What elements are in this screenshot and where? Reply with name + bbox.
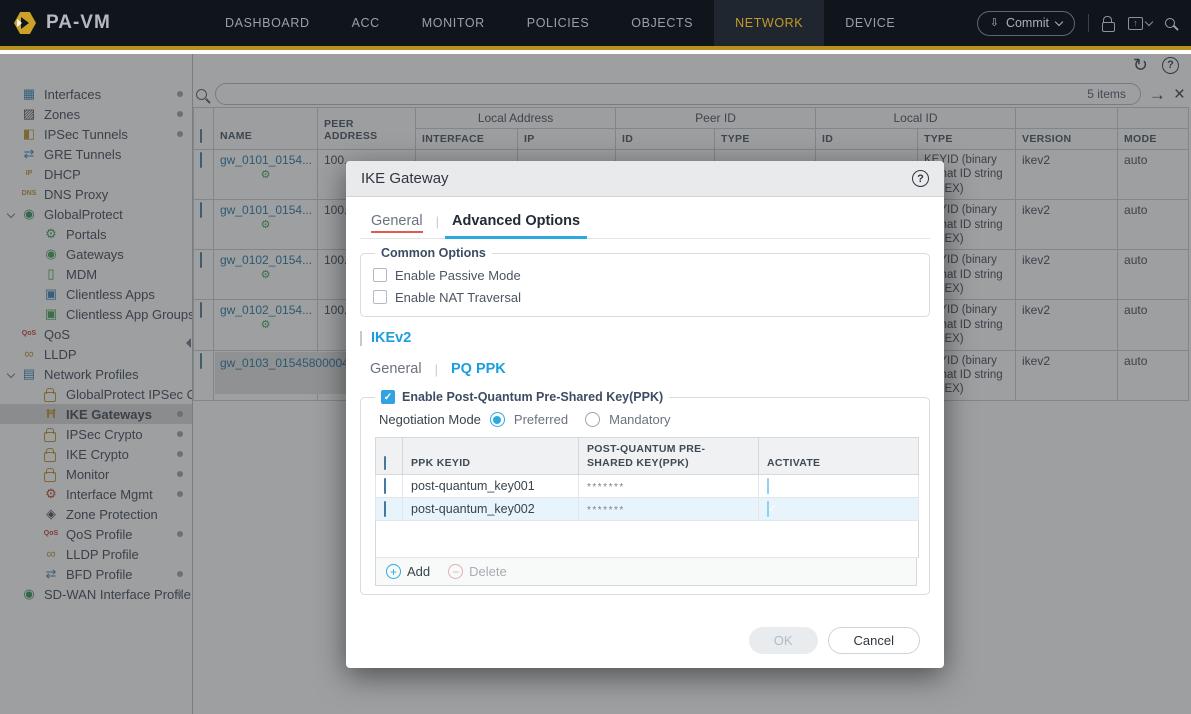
ppk-row-checkbox[interactable] <box>384 478 386 495</box>
negotiation-mode-label: Negotiation Mode <box>379 412 481 427</box>
ike-gateway-dialog: IKE Gateway ? General | Advanced Options… <box>346 161 944 668</box>
dialog-help-icon[interactable]: ? <box>912 170 929 187</box>
dialog-title: IKE Gateway <box>361 170 449 187</box>
ppk-table-footer: + Add − Delete <box>375 558 917 587</box>
ppk-select-all-checkbox[interactable] <box>384 456 386 471</box>
common-options-fieldset: Common Options Enable Passive Mode Enabl… <box>360 246 930 317</box>
minus-circle-icon: − <box>448 564 464 580</box>
dialog-titlebar: IKE Gateway ? <box>346 161 944 197</box>
ppk-column-keyid[interactable]: PPK KEYID <box>402 436 579 476</box>
nat-traversal-row: Enable NAT Traversal <box>373 286 917 308</box>
ppk-key-masked: ******* <box>587 505 625 517</box>
nav-tab[interactable]: NETWORK <box>714 0 825 46</box>
subtab-pq-ppk[interactable]: PQ PPK <box>451 361 506 377</box>
dialog-footer: OK Cancel <box>360 627 930 668</box>
ikev2-subtabs: General | PQ PPK <box>370 361 930 377</box>
dialog-tabs: General | Advanced Options <box>360 197 930 239</box>
mandatory-radio[interactable] <box>585 412 601 427</box>
mandatory-label: Mandatory <box>609 412 671 427</box>
ppk-key-masked: ******* <box>587 482 625 494</box>
plus-circle-icon: + <box>386 564 401 580</box>
subtab-general[interactable]: General <box>370 361 422 377</box>
nav-tab[interactable]: DASHBOARD <box>204 0 331 46</box>
main-nav: DASHBOARD ACC MONITOR POLICIES OBJECTS N… <box>204 0 916 46</box>
divider <box>1088 14 1089 32</box>
ppk-keyid-cell[interactable]: post-quantum_key002 <box>402 497 579 522</box>
enable-nat-traversal-label: Enable NAT Traversal <box>395 289 521 305</box>
ppk-legend: Enable Post-Quantum Pre-Shared Key(PPK) <box>375 390 669 404</box>
nav-tab[interactable]: POLICIES <box>506 0 610 46</box>
ppk-column-key[interactable]: POST-QUANTUM PRE-SHARED KEY(PPK) <box>578 436 759 476</box>
commit-label: Commit <box>1005 16 1049 30</box>
nav-tab[interactable]: MONITOR <box>401 0 506 46</box>
nav-tab[interactable]: ACC <box>331 0 401 46</box>
ppk-row-selected[interactable]: post-quantum_key002 ******* <box>375 497 919 522</box>
ppk-activate-checkbox[interactable] <box>767 501 769 518</box>
enable-nat-traversal-checkbox[interactable] <box>373 290 387 304</box>
commit-icon: ⇩ <box>989 16 999 29</box>
ikev2-section-header: IKEv2 <box>360 330 930 346</box>
nav-tab[interactable]: OBJECTS <box>610 0 714 46</box>
ok-button[interactable]: OK <box>748 627 818 654</box>
ppk-row-checkbox[interactable] <box>384 501 386 518</box>
tab-divider: | <box>435 214 439 229</box>
tab-advanced-options[interactable]: Advanced Options <box>444 213 588 239</box>
common-options-legend: Common Options <box>381 246 486 260</box>
ppk-fieldset: Enable Post-Quantum Pre-Shared Key(PPK) … <box>360 390 930 596</box>
add-label: Add <box>407 564 431 580</box>
paloalto-logo-icon <box>14 12 36 34</box>
enable-passive-mode-checkbox[interactable] <box>373 268 387 282</box>
top-navigation-bar: PA-VM DASHBOARD ACC MONITOR POLICIES OBJ… <box>0 0 1191 50</box>
brand-name: PA-VM <box>46 12 111 33</box>
tab-general[interactable]: General <box>371 213 423 238</box>
config-export-button[interactable]: ↑ <box>1128 16 1154 30</box>
ppk-keyid-cell[interactable]: post-quantum_key001 <box>402 474 579 499</box>
cancel-button[interactable]: Cancel <box>827 627 920 654</box>
ppk-keys-table: PPK KEYID POST-QUANTUM PRE-SHARED KEY(PP… <box>375 436 919 559</box>
brand: PA-VM <box>0 0 204 46</box>
ikev2-section-title: IKEv2 <box>371 330 412 346</box>
enable-ppk-label: Enable Post-Quantum Pre-Shared Key(PPK) <box>402 390 664 404</box>
topnav-actions: ⇩ Commit ↑ <box>976 0 1191 46</box>
negotiation-mode-row: Negotiation Mode Preferred Mandatory <box>379 412 917 427</box>
global-search-icon[interactable] <box>1165 18 1175 28</box>
ppk-activate-checkbox[interactable] <box>767 478 769 495</box>
nav-tab[interactable]: DEVICE <box>824 0 916 46</box>
ppk-column-activate[interactable]: ACTIVATE <box>758 436 919 476</box>
commit-button[interactable]: ⇩ Commit <box>976 10 1075 36</box>
delete-button[interactable]: − Delete <box>448 564 507 580</box>
lock-icon[interactable] <box>1102 15 1115 32</box>
add-button[interactable]: + Add <box>386 564 431 580</box>
delete-label: Delete <box>469 564 507 580</box>
ppk-select-all-header <box>375 436 403 476</box>
chevron-down-icon <box>1144 17 1154 27</box>
section-divider <box>360 330 362 346</box>
enable-passive-mode-label: Enable Passive Mode <box>395 267 521 283</box>
preferred-label: Preferred <box>513 412 569 427</box>
passive-mode-row: Enable Passive Mode <box>373 264 917 286</box>
chevron-down-icon <box>1054 17 1064 27</box>
enable-ppk-checkbox[interactable] <box>381 390 395 404</box>
ppk-row[interactable]: post-quantum_key001 ******* <box>375 474 919 499</box>
export-icon: ↑ <box>1128 16 1143 30</box>
dialog-body: General | Advanced Options Common Option… <box>346 197 944 668</box>
subtab-divider: | <box>434 361 438 377</box>
preferred-radio[interactable] <box>489 412 505 427</box>
ppk-table-filler <box>375 520 919 559</box>
